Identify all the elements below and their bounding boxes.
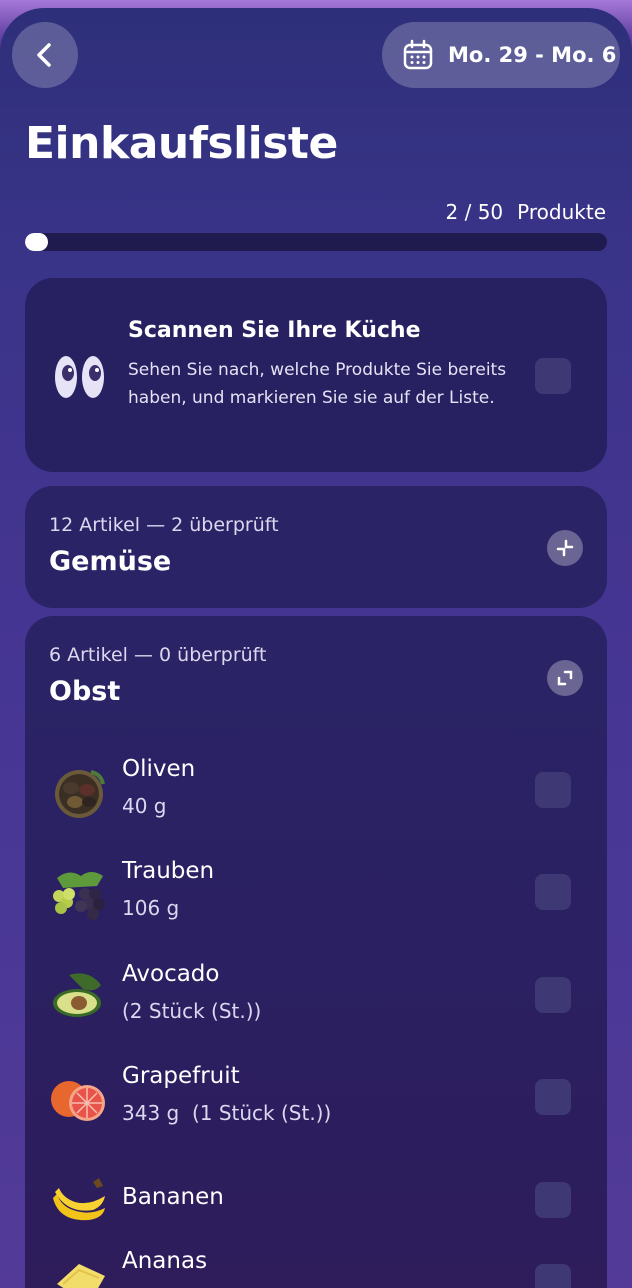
progress-label: 2 / 50 Produkte bbox=[446, 200, 606, 224]
item-checkbox[interactable] bbox=[535, 977, 571, 1013]
expand-category-button[interactable] bbox=[547, 530, 583, 566]
list-item[interactable]: Oliven 40 g bbox=[25, 756, 607, 836]
item-name: Bananen bbox=[122, 1184, 224, 1210]
item-name: Ananas bbox=[122, 1248, 208, 1274]
pineapple-icon bbox=[57, 1264, 105, 1288]
scan-card-title: Scannen Sie Ihre Küche bbox=[128, 318, 421, 343]
category-count: 12 Artikel — 2 überprüft bbox=[49, 514, 279, 536]
item-checkbox[interactable] bbox=[535, 1264, 571, 1288]
progress-bar bbox=[25, 233, 607, 251]
collapse-arrows-icon bbox=[557, 670, 573, 686]
list-item[interactable]: Ananas bbox=[25, 1248, 607, 1288]
list-item[interactable]: Trauben 106 g bbox=[25, 858, 607, 938]
date-range-button[interactable]: Mo. 29 - Mo. 6 bbox=[382, 22, 620, 88]
item-name: Trauben bbox=[122, 858, 215, 884]
list-item[interactable]: Avocado (2 Stück (St.)) bbox=[25, 961, 607, 1041]
item-name: Oliven bbox=[122, 756, 196, 782]
item-name: Avocado bbox=[122, 961, 220, 987]
item-checkbox[interactable] bbox=[535, 772, 571, 808]
item-quantity: 343 g (1 Stück (St.)) bbox=[122, 1101, 332, 1125]
scan-kitchen-card: Scannen Sie Ihre Küche Sehen Sie nach, w… bbox=[25, 278, 607, 472]
chevron-left-icon bbox=[37, 43, 51, 67]
category-count: 6 Artikel — 0 überprüft bbox=[49, 644, 267, 666]
calendar-icon bbox=[403, 39, 433, 70]
progress-unit: Produkte bbox=[517, 200, 606, 224]
item-name: Grapefruit bbox=[122, 1063, 240, 1089]
category-card-gemuese[interactable]: 12 Artikel — 2 überprüft Gemüse bbox=[25, 486, 607, 608]
scan-card-description: Sehen Sie nach, welche Produkte Sie bere… bbox=[128, 360, 507, 408]
avocado-icon bbox=[53, 973, 101, 1017]
eyes-icon bbox=[55, 356, 104, 398]
olives-icon bbox=[55, 770, 105, 818]
progress-count: 2 / 50 bbox=[445, 200, 504, 224]
banana-icon bbox=[53, 1178, 105, 1221]
list-item[interactable]: Grapefruit 343 g (1 Stück (St.)) bbox=[25, 1063, 607, 1143]
back-button[interactable] bbox=[12, 22, 78, 88]
item-quantity: 106 g bbox=[122, 896, 180, 920]
page-title: Einkaufsliste bbox=[25, 118, 338, 169]
item-quantity: 40 g bbox=[122, 794, 167, 818]
category-card-obst: 6 Artikel — 0 überprüft Obst Oliven 40 g bbox=[25, 616, 607, 1288]
item-quantity: (2 Stück (St.)) bbox=[122, 999, 262, 1023]
item-checkbox[interactable] bbox=[535, 1182, 571, 1218]
list-item[interactable]: Bananen bbox=[25, 1166, 607, 1246]
grapefruit-icon bbox=[51, 1081, 105, 1121]
scan-card-checkbox[interactable] bbox=[535, 358, 571, 394]
shopping-list-screen: Mo. 29 - Mo. 6 Einkaufsliste 2 / 50 Prod… bbox=[0, 8, 632, 1288]
collapse-category-button[interactable] bbox=[547, 660, 583, 696]
category-name: Obst bbox=[49, 676, 121, 707]
item-checkbox[interactable] bbox=[535, 874, 571, 910]
date-range-label: Mo. 29 - Mo. 6 bbox=[448, 43, 617, 67]
progress-fill bbox=[25, 233, 49, 251]
expand-arrows-icon bbox=[556, 539, 574, 557]
item-checkbox[interactable] bbox=[535, 1079, 571, 1115]
category-name: Gemüse bbox=[49, 546, 172, 577]
grapes-icon bbox=[53, 872, 105, 920]
